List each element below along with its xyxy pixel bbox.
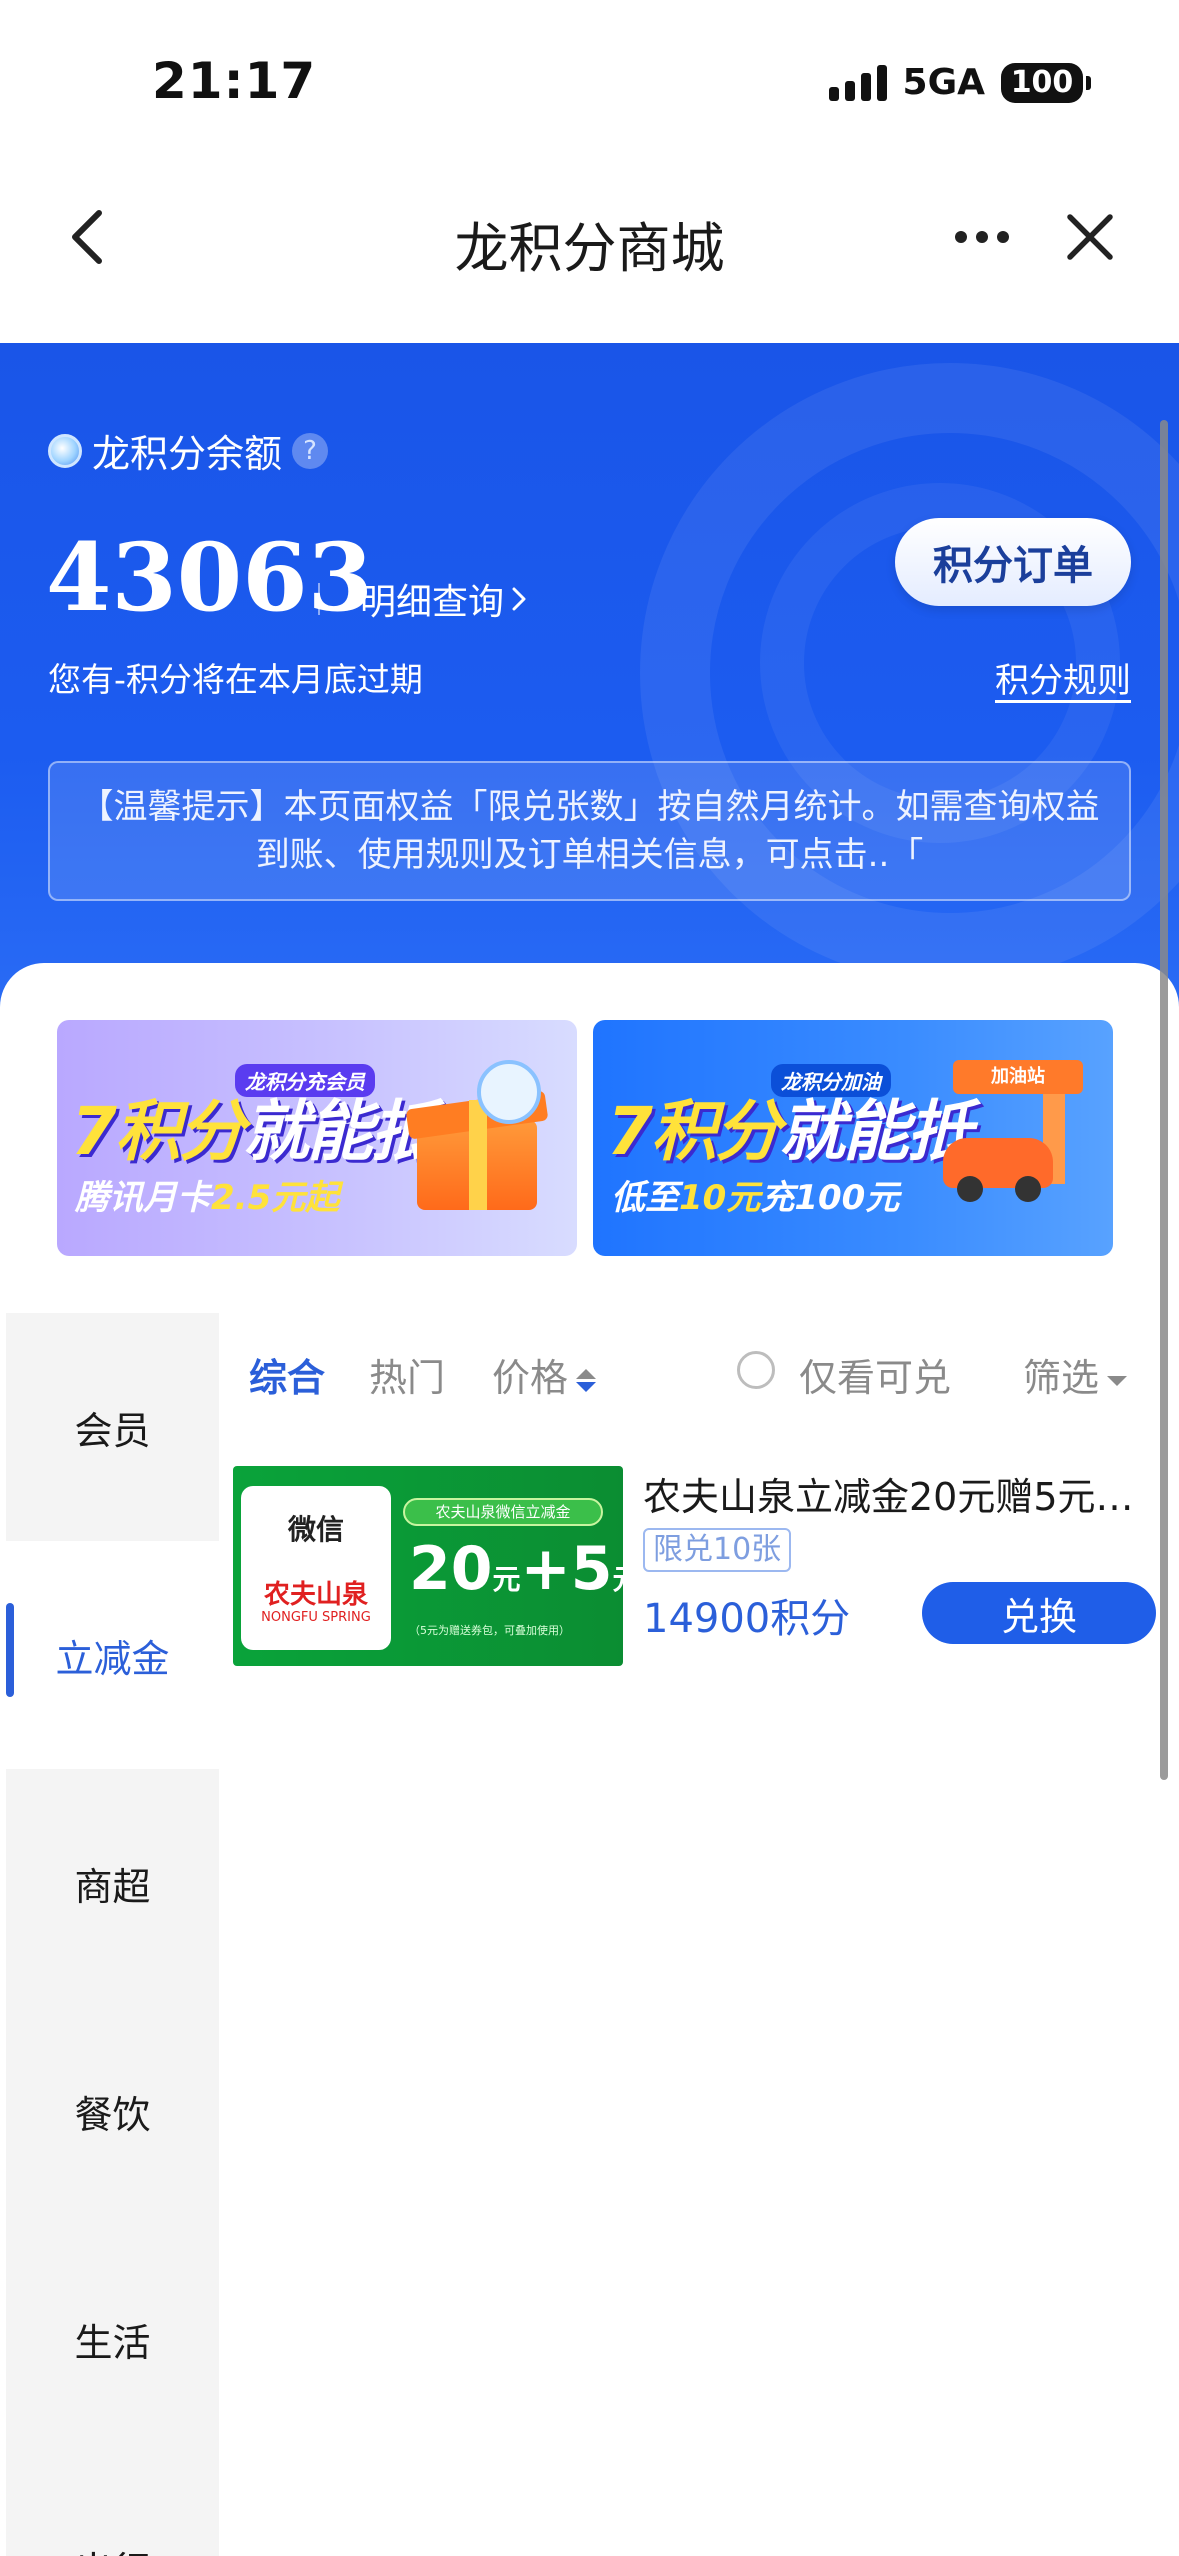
nav-bar: 龙积分商城 — [0, 160, 1179, 343]
station-label: 加油站 — [991, 1066, 1045, 1087]
only-redeemable-label[interactable]: 仅看可兑 — [799, 1347, 951, 1402]
scrollbar[interactable] — [1160, 420, 1168, 1780]
detail-query-label: 明细查询 — [360, 582, 505, 623]
banner-subline: 腾讯月卡2.5元起 — [75, 1170, 339, 1219]
banner-sub-highlight: 2.5元起 — [211, 1178, 340, 1218]
banner-sub-highlight: 10元 — [679, 1178, 761, 1218]
amount-plus-unit: 元 — [613, 1563, 623, 1596]
category-item-travel[interactable]: 出行 — [6, 2453, 219, 2556]
detail-query-link[interactable]: 明细查询 — [360, 573, 526, 625]
filter-bar: 综合 热门 价格 仅看可兑 筛选 — [219, 1313, 1179, 1427]
category-item-instant-discount[interactable]: 立减金 — [6, 1541, 219, 1769]
gas-station-illustration: 加油站 — [943, 1060, 1083, 1210]
banner-headline-points: 7积分 — [71, 1093, 245, 1170]
divider — [318, 583, 320, 615]
network-label: 5GA — [902, 62, 985, 103]
coin-icon — [48, 433, 82, 468]
tip-notice[interactable]: 【温馨提示】本页面权益「限兑张数」按自然月统计。如需查询权益到账、使用规则及订单… — [48, 761, 1131, 901]
banner-sub-prefix: 低至 — [611, 1178, 679, 1218]
wechat-label: 微信 — [287, 1513, 344, 1546]
chevron-right-icon — [512, 587, 526, 611]
category-item-dining[interactable]: 餐饮 — [6, 1997, 219, 2225]
active-category-indicator — [6, 1603, 14, 1697]
balance-label: 龙积分余额 — [92, 432, 283, 476]
filter-price[interactable]: 价格 — [492, 1347, 597, 1402]
battery-icon: 100 — [1001, 62, 1091, 103]
filter-comprehensive[interactable]: 综合 — [249, 1347, 325, 1402]
signal-icon — [828, 64, 887, 101]
filter-dropdown[interactable]: 筛选 — [1023, 1347, 1128, 1402]
filter-dropdown-label: 筛选 — [1023, 1356, 1100, 1400]
product-image-header: 农夫山泉微信立减金 — [403, 1498, 603, 1526]
banner-subline: 低至10元充100元 — [611, 1170, 899, 1219]
filter-price-label: 价格 — [492, 1356, 569, 1400]
status-bar: 21:17 5GA 100 — [0, 0, 1179, 160]
caret-down-icon — [1107, 1375, 1128, 1386]
banner-sub-prefix: 腾讯月卡 — [75, 1178, 211, 1218]
banner-headline: 7积分就能抵 — [607, 1078, 973, 1174]
gift-box-illustration — [405, 1060, 549, 1210]
banner-sub-suffix: 充100元 — [760, 1178, 900, 1218]
status-time: 21:17 — [152, 52, 317, 110]
points-balance: 43063 — [46, 523, 374, 633]
product-title[interactable]: 农夫山泉立减金20元赠5元… — [643, 1466, 1163, 1521]
sort-icon — [576, 1369, 597, 1392]
amount-main: 20 — [409, 1534, 493, 1604]
balance-label-row: 龙积分余额 ? — [48, 423, 329, 478]
filter-hot[interactable]: 热门 — [369, 1347, 445, 1402]
banner-headline-points: 7积分 — [607, 1093, 781, 1170]
product-image[interactable]: 微信 农夫山泉 NONGFU SPRING 农夫山泉微信立减金 20元+5元 （… — [233, 1466, 623, 1666]
category-item-life[interactable]: 生活 — [6, 2225, 219, 2453]
amount-main-unit: 元 — [492, 1563, 521, 1596]
category-sidebar: 会员 立减金 商超 餐饮 生活 出行 — [6, 1313, 219, 2556]
brand-logo: 农夫山泉 — [263, 1580, 368, 1610]
product-image-footnote: （5元为赠送券包，可叠加使用） — [409, 1624, 570, 1637]
category-item-membership[interactable]: 会员 — [6, 1313, 219, 1541]
help-icon[interactable]: ? — [292, 432, 329, 469]
amount-plus: +5 — [520, 1534, 613, 1604]
points-rules-link[interactable]: 积分规则 — [995, 653, 1131, 702]
product-image-amount: 20元+5元 — [409, 1534, 623, 1604]
points-order-button[interactable]: 积分订单 — [895, 518, 1131, 606]
membership-banner[interactable]: 龙积分充会员 7积分就能抵 腾讯月卡2.5元起 — [57, 1020, 577, 1256]
more-icon[interactable] — [950, 200, 1014, 274]
category-item-supermarket[interactable]: 商超 — [6, 1769, 219, 1997]
brand-logo-en: NONGFU SPRING — [261, 1610, 371, 1625]
limit-badge: 限兑10张 — [643, 1528, 792, 1572]
product-price: 14900积分 — [643, 1596, 851, 1642]
points-header: 龙积分余额 ? 43063 明细查询 积分订单 您有-积分将在本月底过期 积分规… — [0, 343, 1179, 1023]
expire-notice: 您有-积分将在本月底过期 — [48, 660, 423, 699]
redeem-button[interactable]: 兑换 — [922, 1582, 1156, 1644]
banner-headline: 7积分就能抵 — [71, 1078, 437, 1174]
only-redeemable-radio[interactable] — [737, 1351, 775, 1389]
fuel-banner[interactable]: 龙积分加油 7积分就能抵 低至10元充100元 加油站 — [593, 1020, 1113, 1256]
close-icon[interactable] — [1060, 200, 1120, 274]
product-image-brand-card: 微信 农夫山泉 NONGFU SPRING — [241, 1486, 391, 1650]
status-indicators: 5GA 100 — [828, 62, 1091, 103]
